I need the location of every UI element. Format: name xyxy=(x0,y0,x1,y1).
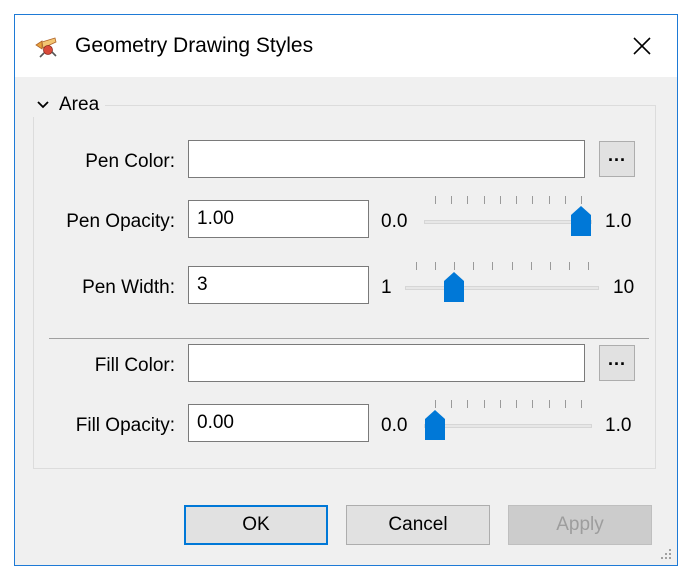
slider-tick xyxy=(492,262,493,270)
slider-tick xyxy=(435,262,436,270)
slider-thumb[interactable] xyxy=(443,271,465,303)
area-group-label: Area xyxy=(59,94,100,115)
pen-width-field[interactable] xyxy=(188,266,369,304)
pen-width-slider[interactable] xyxy=(405,261,599,303)
pen-width-min-label: 1 xyxy=(381,277,392,298)
pen-opacity-field[interactable] xyxy=(188,200,369,238)
pen-width-label: Pen Width: xyxy=(82,277,175,298)
fill-color-picker-button[interactable]: ... xyxy=(599,345,635,381)
slider-track xyxy=(424,220,592,224)
cancel-button[interactable]: Cancel xyxy=(346,505,490,545)
slider-tick xyxy=(500,196,501,204)
slider-tick xyxy=(451,400,452,408)
close-icon[interactable] xyxy=(627,31,657,61)
slider-tick xyxy=(512,262,513,270)
slider-thumb[interactable] xyxy=(424,409,446,441)
style-brush-icon xyxy=(35,37,57,58)
slider-tick xyxy=(549,196,550,204)
fill-opacity-field[interactable] xyxy=(188,404,369,442)
slider-tick xyxy=(473,262,474,270)
slider-tick xyxy=(454,262,455,270)
slider-tick xyxy=(588,262,589,270)
slider-tick xyxy=(569,262,570,270)
fill-color-label: Fill Color: xyxy=(94,355,175,376)
apply-button: Apply xyxy=(508,505,652,545)
slider-tick xyxy=(549,400,550,408)
pen-color-picker-button[interactable]: ... xyxy=(599,141,635,177)
slider-tick xyxy=(416,262,417,270)
slider-tick xyxy=(484,196,485,204)
slider-tick xyxy=(581,196,582,204)
slider-tick xyxy=(484,400,485,408)
pen-color-field[interactable] xyxy=(188,140,585,178)
slider-track xyxy=(424,424,592,428)
ok-button[interactable]: OK xyxy=(184,505,328,545)
slider-tick xyxy=(532,400,533,408)
slider-tick xyxy=(581,400,582,408)
slider-tick xyxy=(565,196,566,204)
fill-opacity-min-label: 0.0 xyxy=(381,415,408,436)
geometry-drawing-styles-dialog: Geometry Drawing Styles Area Pen Color: … xyxy=(14,14,678,566)
pen-width-max-label: 10 xyxy=(613,277,635,298)
slider-tick xyxy=(516,196,517,204)
slider-tick xyxy=(500,400,501,408)
pen-opacity-slider[interactable] xyxy=(424,195,592,237)
resize-grip-icon[interactable] xyxy=(659,547,673,561)
slider-tick xyxy=(532,196,533,204)
slider-track xyxy=(405,286,599,290)
chevron-down-icon xyxy=(37,101,49,109)
pen-opacity-label: Pen Opacity: xyxy=(66,211,175,232)
fill-opacity-max-label: 1.0 xyxy=(605,415,632,436)
slider-tick xyxy=(550,262,551,270)
slider-tick xyxy=(467,400,468,408)
pen-color-label: Pen Color: xyxy=(85,151,175,172)
section-separator xyxy=(49,338,649,339)
slider-tick xyxy=(565,400,566,408)
dialog-title: Geometry Drawing Styles xyxy=(75,34,314,57)
slider-thumb[interactable] xyxy=(570,205,592,237)
slider-tick xyxy=(516,400,517,408)
fill-color-field[interactable] xyxy=(188,344,585,382)
fill-opacity-slider[interactable] xyxy=(424,399,592,441)
slider-tick xyxy=(467,196,468,204)
slider-tick xyxy=(435,196,436,204)
slider-tick xyxy=(435,400,436,408)
slider-tick xyxy=(531,262,532,270)
fill-opacity-label: Fill Opacity: xyxy=(75,415,175,436)
pen-opacity-min-label: 0.0 xyxy=(381,211,408,232)
slider-tick xyxy=(451,196,452,204)
pen-opacity-max-label: 1.0 xyxy=(605,211,632,232)
title-bar[interactable]: Geometry Drawing Styles xyxy=(15,15,677,77)
area-group-toggle[interactable]: Area xyxy=(31,93,106,117)
